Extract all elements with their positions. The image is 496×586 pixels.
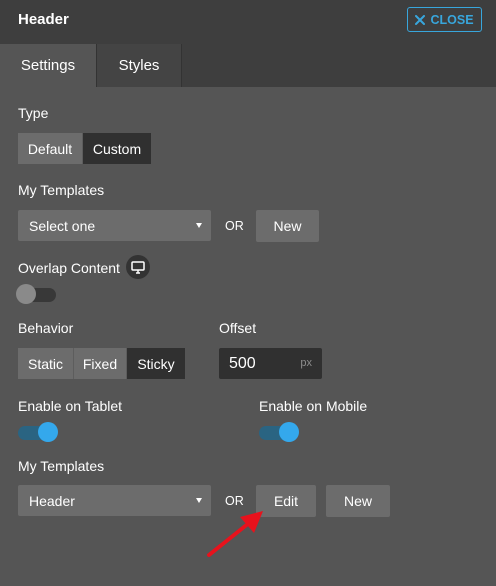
templates-select-value: Select one <box>29 217 96 234</box>
or-label: OR <box>225 219 244 233</box>
behavior-selector: Static Fixed Sticky <box>18 348 185 379</box>
offset-input[interactable] <box>219 348 294 379</box>
red-arrow-icon <box>207 511 263 557</box>
panel-title: Header <box>18 11 69 28</box>
tablet-toggle[interactable] <box>18 422 58 442</box>
mobile-toggle[interactable] <box>259 422 299 442</box>
mobile-label: Enable on Mobile <box>259 398 368 414</box>
toggle-knob <box>38 422 58 442</box>
behavior-option-static[interactable]: Static <box>18 348 74 379</box>
offset-label: Offset <box>219 320 257 336</box>
monitor-icon[interactable] <box>126 255 150 279</box>
tab-settings[interactable]: Settings <box>0 44 96 87</box>
chevron-down-icon <box>196 223 202 228</box>
panel-header: Header CLOSE <box>0 0 496 44</box>
templates-label: My Templates <box>18 182 105 198</box>
behavior-option-fixed[interactable]: Fixed <box>74 348 127 379</box>
tab-bar: Settings Styles <box>0 44 496 87</box>
close-label: CLOSE <box>430 12 474 27</box>
behavior-label: Behavior <box>18 320 74 336</box>
type-selector: Default Custom <box>18 133 151 164</box>
close-button[interactable]: CLOSE <box>407 7 482 32</box>
templates-label-bottom: My Templates <box>18 458 105 474</box>
templates-select-value: Header <box>29 492 75 509</box>
overlap-toggle[interactable] <box>16 284 56 304</box>
type-label: Type <box>18 105 49 121</box>
behavior-option-sticky[interactable]: Sticky <box>127 348 185 379</box>
toggle-knob <box>16 284 36 304</box>
chevron-down-icon <box>196 498 202 503</box>
type-option-custom[interactable]: Custom <box>83 133 151 164</box>
toggle-knob <box>279 422 299 442</box>
new-template-button-bottom[interactable]: New <box>326 485 390 517</box>
new-template-button[interactable]: New <box>256 210 319 242</box>
overlap-label: Overlap Content <box>18 260 120 276</box>
offset-unit: px <box>300 357 312 369</box>
tab-styles[interactable]: Styles <box>96 44 182 87</box>
templates-select-bottom[interactable]: Header <box>18 485 211 516</box>
templates-select[interactable]: Select one <box>18 210 211 241</box>
tablet-label: Enable on Tablet <box>18 398 123 414</box>
offset-field: px <box>219 348 322 379</box>
close-icon <box>415 14 426 25</box>
type-option-default[interactable]: Default <box>18 133 83 164</box>
